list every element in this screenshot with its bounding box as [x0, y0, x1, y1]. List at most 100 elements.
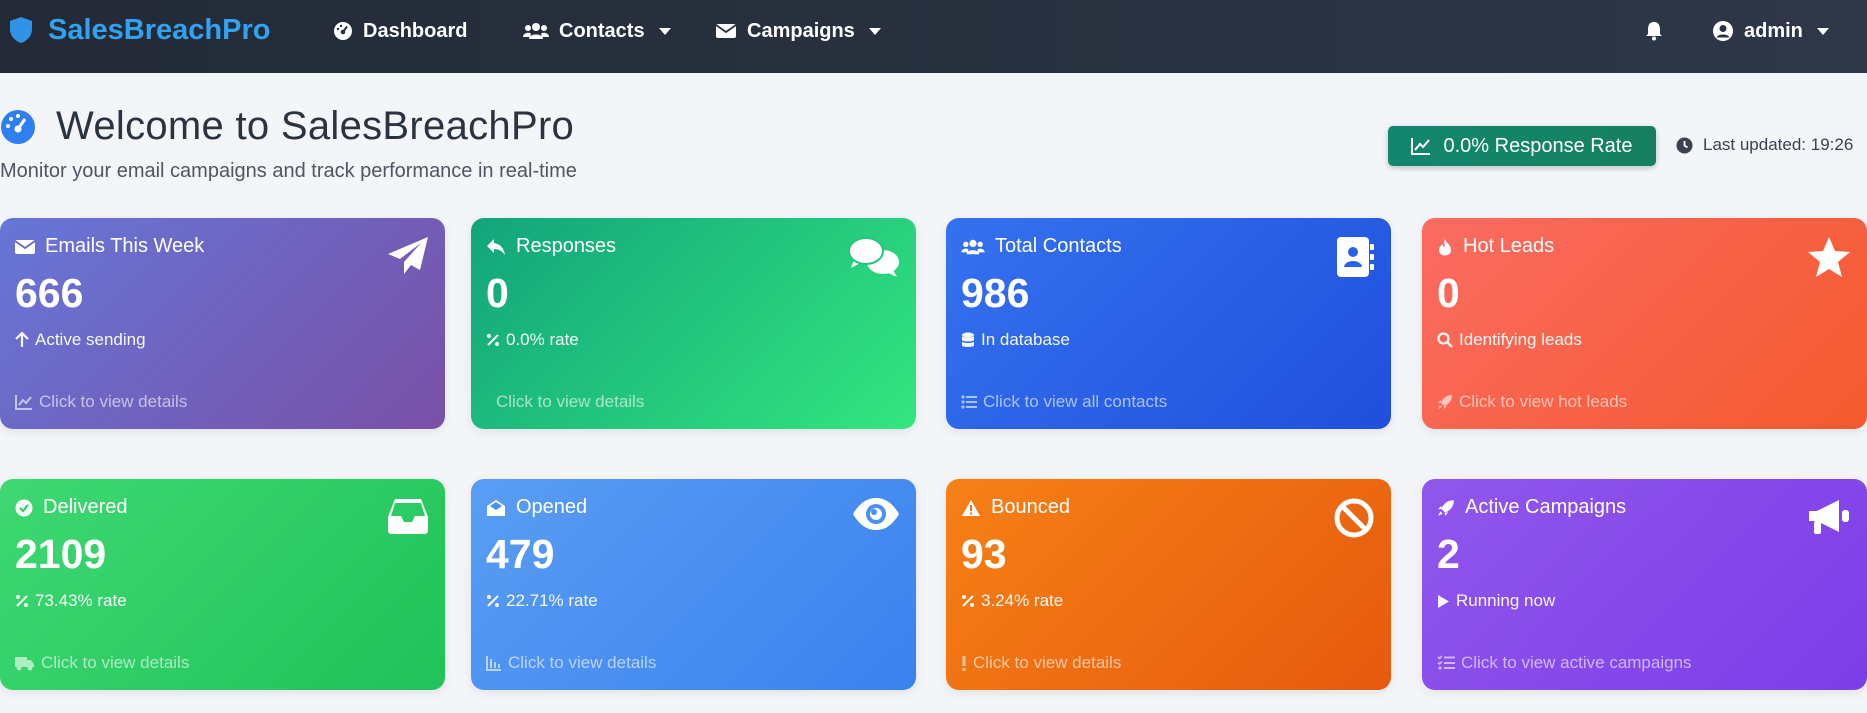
- card-active-campaigns[interactable]: Active Campaigns 2 Running now Click to …: [1422, 479, 1867, 690]
- top-navbar: SalesBreachPro Dashboard Contacts Campai…: [0, 0, 1867, 73]
- percent-icon: [487, 595, 499, 607]
- envelope-icon: [715, 24, 737, 38]
- fire-icon: [1439, 238, 1451, 255]
- search-icon: [1437, 332, 1453, 348]
- card-link[interactable]: Click to view hot leads: [1437, 392, 1627, 412]
- card-value: 93: [961, 531, 1007, 577]
- list-icon: [961, 395, 977, 409]
- envelope-icon: [15, 239, 35, 254]
- card-link-label: Click to view details: [41, 653, 190, 672]
- card-link-label: Click to view details: [496, 392, 645, 411]
- card-value: 0: [1437, 270, 1460, 316]
- card-link[interactable]: Click to view active campaigns: [1437, 653, 1692, 673]
- users-icon: [523, 23, 549, 39]
- card-link-label: Click to view all contacts: [983, 392, 1168, 411]
- shield-icon: [10, 17, 32, 43]
- card-title: Delivered: [43, 496, 128, 518]
- nav-campaigns-dropdown[interactable]: Campaigns: [715, 16, 881, 46]
- card-title: Emails This Week: [45, 235, 205, 257]
- envelope-open-icon: [487, 499, 505, 516]
- warning-icon: [962, 499, 980, 516]
- card-subtitle: In database: [981, 330, 1070, 349]
- percent-icon: [962, 595, 974, 607]
- eye-icon: [853, 498, 899, 530]
- exclamation-icon: [962, 656, 966, 671]
- percent-icon: [487, 334, 499, 346]
- card-link[interactable]: Click to view details: [961, 653, 1121, 673]
- nav-contacts-label: Contacts: [559, 19, 645, 42]
- card-link-label: Click to view details: [508, 653, 657, 672]
- card-link-label: Click to view details: [39, 392, 188, 411]
- card-subtitle: Running now: [1456, 591, 1556, 610]
- truck-icon: [15, 657, 34, 671]
- card-subtitle: 0.0% rate: [506, 330, 579, 349]
- card-link-label: Click to view hot leads: [1459, 392, 1628, 411]
- card-title: Bounced: [991, 496, 1070, 518]
- nav-dashboard[interactable]: Dashboard: [333, 16, 467, 46]
- card-hot-leads[interactable]: Hot Leads 0 Identifying leads Click to v…: [1422, 218, 1867, 429]
- tachometer-icon: [1, 109, 35, 144]
- users-icon: [961, 239, 985, 254]
- brand-link[interactable]: SalesBreachPro: [8, 13, 271, 46]
- inbox-icon: [388, 499, 428, 534]
- nav-campaigns-label: Campaigns: [747, 19, 855, 42]
- reply-icon: [487, 238, 505, 255]
- check-circle-icon: [15, 499, 33, 516]
- page-header: Welcome to SalesBreachPro: [0, 104, 574, 149]
- card-title: Responses: [516, 235, 617, 257]
- card-total-contacts[interactable]: Total Contacts 986 In database Click to …: [946, 218, 1391, 429]
- page-title: Welcome to SalesBreachPro: [56, 104, 575, 148]
- clock-icon: [1676, 137, 1693, 153]
- card-value: 479: [486, 531, 555, 577]
- card-title: Hot Leads: [1463, 235, 1555, 257]
- star-icon: [1808, 237, 1850, 277]
- paper-plane-icon: [388, 237, 428, 274]
- response-rate-button[interactable]: 0.0% Response Rate: [1388, 126, 1656, 166]
- gauge-icon: [334, 22, 352, 40]
- card-value: 986: [961, 270, 1030, 316]
- card-link[interactable]: Click to view details: [496, 392, 644, 412]
- card-subtitle: 73.43% rate: [35, 591, 127, 610]
- card-emails-this-week[interactable]: Emails This Week 666 Active sending Clic…: [0, 218, 445, 429]
- card-responses[interactable]: Responses 0 0.0% rate Click to view deta…: [471, 218, 916, 429]
- user-menu-dropdown[interactable]: admin: [1712, 16, 1829, 46]
- rocket-icon: [1438, 499, 1454, 516]
- card-link-label: Click to view details: [973, 653, 1122, 672]
- last-updated-text: Last updated: 19:26: [1703, 135, 1854, 154]
- page-subtitle: Monitor your email campaigns and track p…: [0, 160, 577, 182]
- arrow-up-icon: [15, 332, 29, 347]
- notifications-button[interactable]: [1645, 16, 1663, 46]
- card-subtitle: 3.24% rate: [981, 591, 1064, 610]
- chevron-down-icon: [658, 27, 671, 35]
- chevron-down-icon: [1816, 27, 1829, 35]
- database-icon: [962, 332, 974, 347]
- card-value: 0: [486, 270, 509, 316]
- ban-icon: [1334, 498, 1374, 538]
- card-delivered[interactable]: Delivered 2109 73.43% rate Click to view…: [0, 479, 445, 690]
- chevron-down-icon: [868, 27, 881, 35]
- card-subtitle: Active sending: [35, 330, 146, 349]
- user-circle-icon: [1713, 21, 1733, 41]
- card-link[interactable]: Click to view details: [15, 653, 189, 673]
- card-bounced[interactable]: Bounced 93 3.24% rate Click to view deta…: [946, 479, 1391, 690]
- percent-icon: [16, 595, 28, 607]
- line-chart-icon: [15, 395, 32, 410]
- play-icon: [1438, 594, 1449, 608]
- brand-name: SalesBreachPro: [48, 13, 271, 46]
- nav-contacts-dropdown[interactable]: Contacts: [523, 16, 671, 46]
- user-name: admin: [1744, 19, 1803, 42]
- card-link[interactable]: Click to view all contacts: [961, 392, 1167, 412]
- card-link[interactable]: Click to view details: [15, 392, 187, 412]
- bell-icon: [1646, 22, 1662, 41]
- card-title: Total Contacts: [995, 235, 1122, 257]
- card-opened[interactable]: Opened 479 22.71% rate Click to view det…: [471, 479, 916, 690]
- last-updated: Last updated: 19:26: [1676, 135, 1853, 155]
- card-subtitle: 22.71% rate: [506, 591, 598, 610]
- response-rate-label: 0.0% Response Rate: [1443, 134, 1633, 157]
- tasks-icon: [1437, 655, 1455, 670]
- comments-icon: [848, 237, 899, 277]
- rocket-icon: [1438, 395, 1452, 409]
- card-link[interactable]: Click to view details: [486, 653, 656, 673]
- nav-dashboard-label: Dashboard: [363, 19, 468, 42]
- card-link-label: Click to view active campaigns: [1461, 653, 1692, 672]
